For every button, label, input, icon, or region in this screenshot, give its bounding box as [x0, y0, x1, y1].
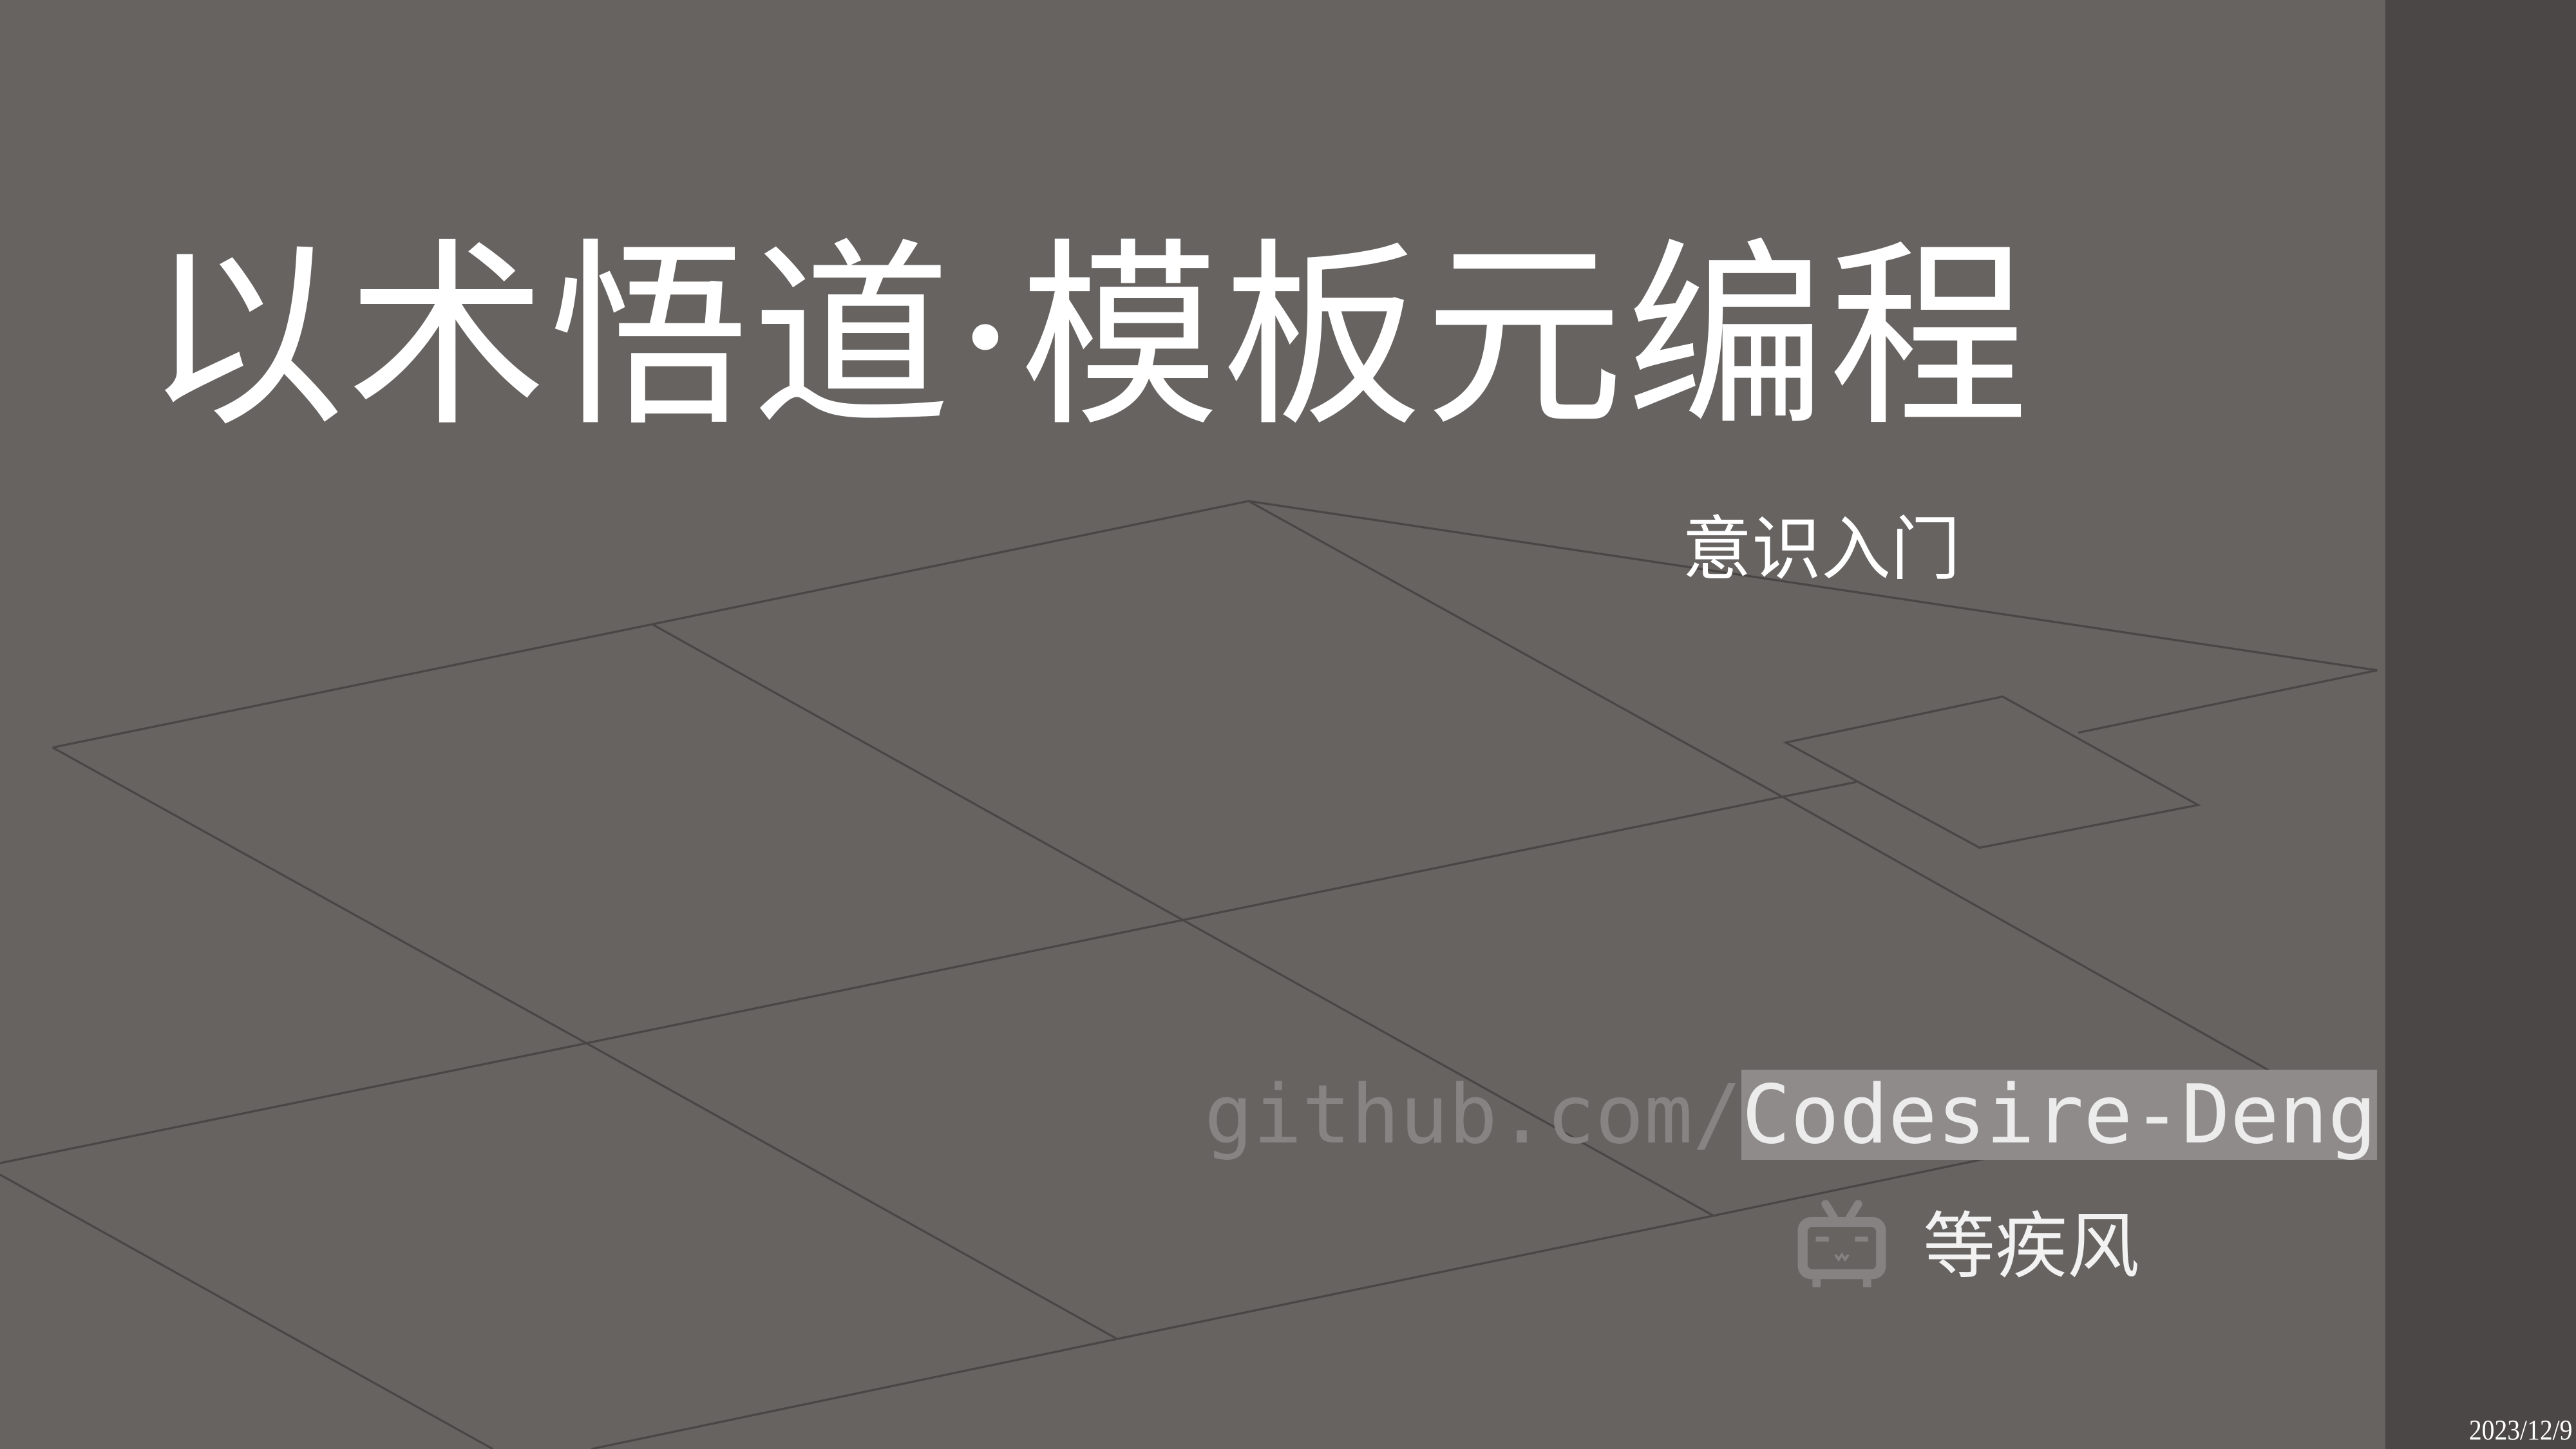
author-name: 等疾风 — [1923, 1204, 2139, 1289]
grid-line — [52, 746, 1118, 1340]
slide-title: 以术悟道·模板元编程 — [145, 222, 2031, 454]
github-prefix: github.com/ — [1204, 1067, 1742, 1162]
slide-subtitle: 意识入门 — [1681, 509, 1960, 590]
github-link[interactable]: github.com/Codesire-Deng — [1204, 1070, 2377, 1160]
right-sidebar: 2023/12/9 — [2385, 0, 2576, 1449]
small-square — [1783, 695, 2201, 849]
grid-line — [591, 1157, 1989, 1449]
title-slide: 以术悟道·模板元编程 意识入门 github.com/Codesire-Deng… — [0, 0, 2385, 1449]
slide-date: 2023/12/9 — [2468, 1414, 2572, 1446]
author: 等疾风 — [1793, 1199, 2139, 1294]
bilibili-tv-icon — [1793, 1199, 1891, 1294]
grid-line — [0, 1173, 494, 1449]
github-username: Codesire-Deng — [1741, 1067, 2377, 1162]
